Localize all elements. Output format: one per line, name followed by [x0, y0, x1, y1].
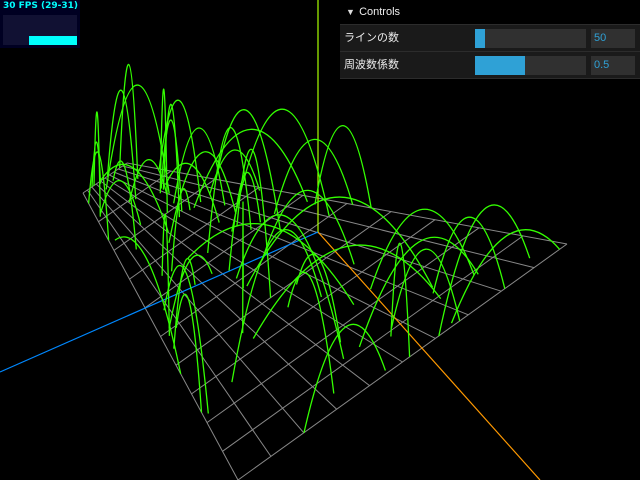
frequency-factor-input[interactable] — [591, 56, 635, 75]
fps-graph-bar — [29, 36, 77, 45]
controls-title: Controls — [359, 6, 401, 18]
line-count-input[interactable] — [591, 29, 635, 48]
line-count-slider[interactable] — [475, 29, 586, 48]
arc-line — [231, 229, 323, 383]
fps-stats-panel[interactable]: 30 FPS (29-31) — [0, 0, 80, 48]
frequency-factor-slider-fill — [475, 56, 525, 75]
floor-grid — [82, 162, 568, 480]
control-row-line-count: ラインの数 — [340, 25, 640, 52]
arc-line — [314, 124, 372, 209]
line-count-slider-fill — [475, 29, 485, 48]
arc-line — [168, 254, 213, 329]
fps-graph — [3, 15, 77, 45]
arc-line — [287, 271, 335, 394]
arc-line — [252, 244, 442, 339]
controls-title-bar[interactable]: ▼ Controls — [340, 0, 640, 25]
arc-line — [215, 109, 282, 232]
arc-line — [438, 204, 531, 337]
z-axis-line — [0, 231, 319, 373]
arc-line — [163, 264, 209, 414]
arc-lines — [87, 63, 561, 433]
grid-line — [237, 243, 568, 480]
control-label-frequency-factor: 周波数係数 — [344, 59, 399, 71]
arc-line — [450, 229, 561, 324]
fps-readout: 30 FPS (29-31) — [3, 1, 79, 11]
arc-line — [432, 216, 506, 294]
control-label-line-count: ラインの数 — [344, 32, 399, 44]
chevron-down-icon: ▼ — [346, 7, 355, 17]
frequency-factor-slider[interactable] — [475, 56, 586, 75]
control-row-frequency-factor: 周波数係数 — [340, 52, 640, 79]
controls-panel: ▼ Controls ラインの数 周波数係数 — [340, 0, 640, 79]
grid-line — [206, 227, 480, 424]
arc-line — [303, 323, 387, 433]
arc-line — [106, 89, 137, 200]
grid-line — [109, 174, 436, 339]
arc-line — [175, 293, 203, 413]
x-axis-line — [317, 231, 541, 480]
arc-line — [242, 201, 244, 334]
